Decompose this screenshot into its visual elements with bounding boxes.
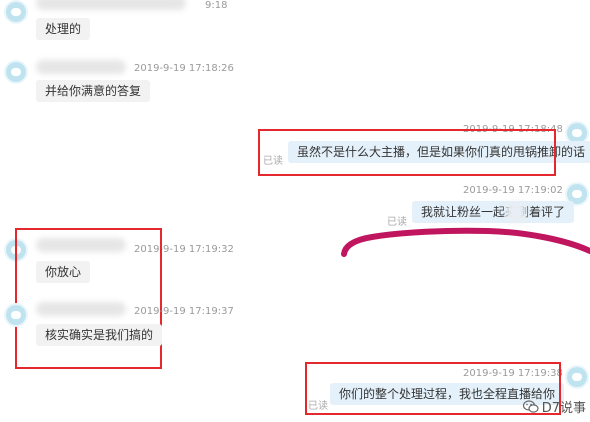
sender-name — [36, 60, 126, 74]
message-bubble[interactable]: 我就让粉丝一起来刷着评了 — [412, 201, 575, 223]
annotation-box — [258, 129, 556, 176]
sender-name — [36, 0, 186, 10]
annotation-box — [15, 228, 162, 369]
sender-name — [36, 302, 126, 316]
wechat-icon — [522, 399, 539, 413]
message-time: 2019-9-19 17:19:37 — [134, 306, 234, 317]
blur-redaction — [506, 202, 526, 222]
watermark: D7说事 — [522, 397, 586, 416]
message-time: 9:18 — [205, 0, 228, 11]
read-status: 已读 — [387, 217, 407, 228]
avatar — [6, 305, 26, 325]
avatar — [6, 62, 26, 82]
avatar — [6, 2, 26, 22]
watermark-text: D7说事 — [541, 401, 586, 416]
message-time: 2019-9-19 17:19:02 — [463, 185, 563, 196]
avatar — [567, 367, 587, 387]
message-bubble[interactable]: 并给你满意的答复 — [36, 80, 151, 102]
message-bubble[interactable]: 核实确实是我们搞的 — [36, 324, 163, 346]
message-bubble[interactable]: 处理的 — [36, 18, 91, 40]
message-time: 2019-9-19 17:18:26 — [134, 63, 234, 74]
scribble-stroke — [341, 227, 590, 257]
avatar — [567, 123, 587, 143]
